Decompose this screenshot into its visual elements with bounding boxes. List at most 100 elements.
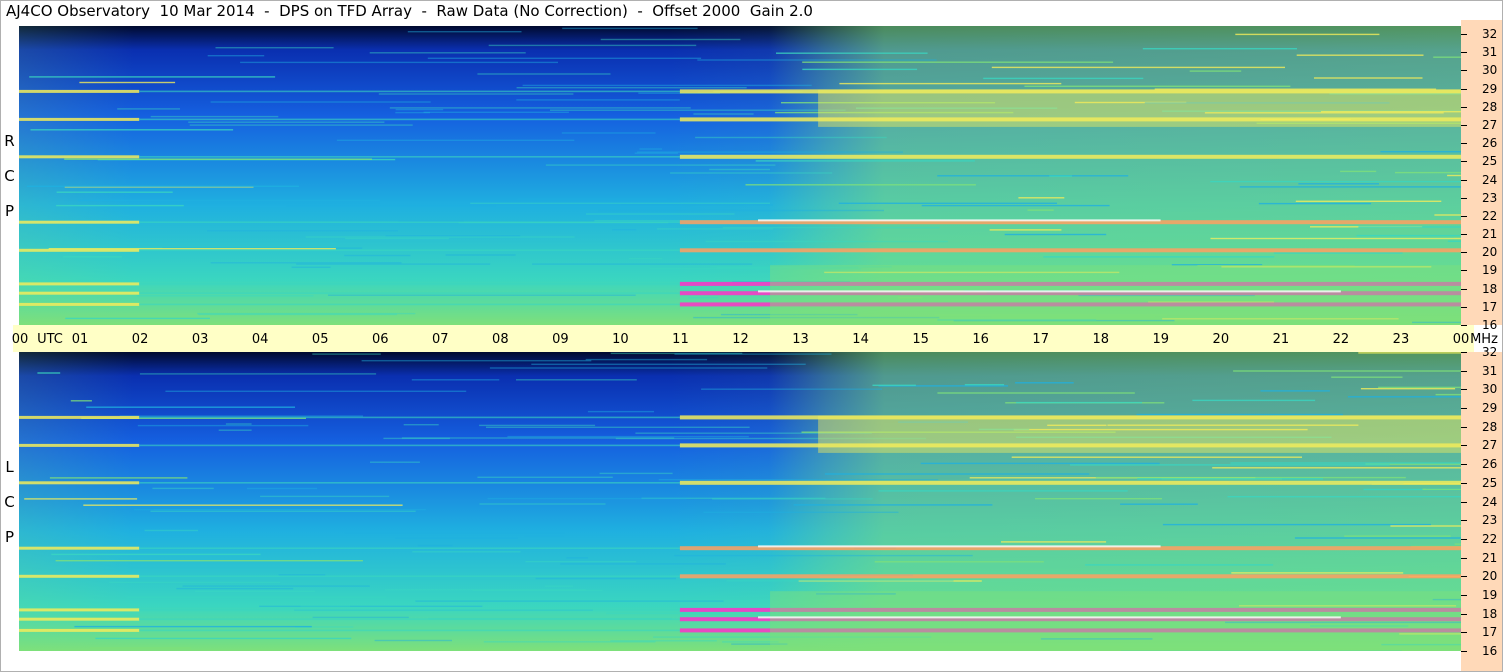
- rcp-freq-tick-label: 21: [1482, 227, 1498, 242]
- rcp-noise-streak: [745, 184, 976, 186]
- rcp-noise-streak: [600, 38, 741, 41]
- lcp-noise-streak: [878, 490, 1128, 492]
- lcp-noise-streak: [1390, 525, 1461, 527]
- lcp-noise-streak: [489, 367, 768, 369]
- lcp-noise-streak: [417, 544, 453, 547]
- rcp-freq-tick-label: 19: [1482, 263, 1498, 278]
- lcp-noise-streak: [37, 372, 61, 374]
- rcp-noise-streak: [695, 136, 887, 139]
- rcp-noise-streak: [1239, 186, 1461, 188]
- lcp-noise-streak: [119, 415, 363, 417]
- lcp-noise-streak: [824, 473, 1090, 475]
- rcp-noise-streak: [1189, 70, 1242, 72]
- lcp-noise-streak: [1435, 393, 1461, 396]
- lcp-spectrogram: [19, 352, 1461, 651]
- rcp-noise-streak: [207, 230, 398, 232]
- lcp-noise-streak: [1070, 464, 1390, 466]
- rcp-noise-streak: [776, 52, 928, 54]
- rcp-noise-streak: [488, 44, 697, 47]
- lcp-noise-streak: [137, 424, 309, 427]
- lcp-noise-streak: [1137, 478, 1323, 480]
- rcp-noise-streak: [517, 198, 668, 200]
- lcp-freq-tick-label: 28: [1482, 419, 1498, 434]
- lcp-noise-streak: [587, 410, 654, 413]
- lcp-freq-tick-label: 23: [1482, 513, 1498, 528]
- rcp-noise-streak: [395, 111, 430, 114]
- rcp-noise-streak: [1049, 175, 1072, 177]
- lcp-noise-streak: [793, 504, 993, 506]
- lcp-freq-tick-mark: [1461, 445, 1467, 447]
- rcp-noise-streak: [151, 202, 380, 204]
- rcp-freq-tick-mark: [1461, 197, 1467, 199]
- lcp-band-late: [679, 574, 1461, 579]
- rcp-freq-tick-mark: [1461, 288, 1467, 290]
- lcp-noise-streak: [872, 384, 916, 386]
- rcp-noise-streak: [522, 84, 812, 87]
- rcp-noise-streak: [56, 191, 173, 193]
- rcp-freq-tick-label: 28: [1482, 99, 1498, 114]
- lcp-noise-streak: [545, 585, 574, 587]
- rcp-noise-streak: [639, 148, 663, 150]
- lcp-noise-streak: [477, 476, 613, 478]
- lcp-band-quiet: [139, 547, 680, 549]
- lcp-freq-tick-mark: [1461, 482, 1467, 484]
- lcp-noise-streak: [964, 384, 1005, 386]
- lcp-freq-tick-label: 22: [1482, 531, 1498, 546]
- rcp-label-r: R: [4, 132, 15, 150]
- rcp-noise-streak: [545, 164, 776, 166]
- rcp-noise-streak: [1356, 234, 1461, 237]
- rcp-busy-zone-low: [770, 265, 1461, 325]
- rcp-freq-tick-mark: [1461, 34, 1467, 35]
- rcp-freq-tick-mark: [1461, 234, 1467, 236]
- lcp-noise-streak: [1162, 523, 1431, 526]
- utc-tick-label: 15: [912, 332, 929, 347]
- rcp-noise-streak: [26, 185, 299, 187]
- rcp-band-early: [19, 155, 140, 159]
- rcp-noise-streak: [629, 257, 663, 260]
- lcp-freq-tick-mark: [1461, 651, 1467, 652]
- lcp-freq-tick-mark: [1461, 389, 1467, 391]
- lcp-noise-streak: [726, 580, 954, 582]
- rcp-noise-streak: [470, 202, 771, 204]
- lcp-freq-tick-mark: [1461, 613, 1467, 615]
- lcp-noise-streak: [83, 504, 403, 506]
- lcp-busy-zone-low: [770, 591, 1461, 651]
- rcp-noise-streak: [1142, 48, 1297, 50]
- lcp-band-early: [19, 617, 140, 621]
- lcp-noise-streak: [1227, 496, 1461, 498]
- lcp-label-l: L: [5, 458, 14, 476]
- lcp-noise-streak: [1035, 498, 1162, 500]
- rcp-noise-streak: [1340, 170, 1377, 173]
- rcp-noise-streak: [63, 256, 122, 258]
- rcp-noise-streak: [561, 132, 656, 134]
- rcp-freq-tick-label: 27: [1482, 117, 1498, 132]
- lcp-noise-streak: [531, 363, 806, 365]
- rcp-noise-streak: [477, 73, 611, 75]
- rcp-freq-tick-label: 20: [1482, 245, 1498, 260]
- rcp-label-p: P: [4, 202, 15, 220]
- utc-tick-label: 03: [191, 332, 209, 347]
- lcp-band-early: [19, 546, 140, 550]
- rcp-noise-streak: [1024, 85, 1291, 87]
- rcp-freq-tick-mark: [1461, 215, 1467, 217]
- rcp-noise-streak: [117, 108, 180, 110]
- lcp-noise-streak: [472, 589, 603, 591]
- rcp-band-early: [19, 220, 140, 224]
- rcp-noise-streak: [210, 262, 402, 264]
- lcp-freq-tick-mark: [1461, 352, 1467, 353]
- rcp-noise-streak: [215, 47, 334, 49]
- rcp-noise-streak: [305, 236, 575, 238]
- rcp-noise-streak: [1004, 233, 1107, 236]
- utc-tick-label: 13: [792, 332, 809, 347]
- lcp-band-quiet: [139, 444, 680, 447]
- lcp-noise-streak: [370, 461, 420, 463]
- lcp-noise-streak: [1358, 352, 1461, 354]
- utc-tick-label: 18: [1092, 332, 1110, 347]
- rcp-white-streak: [758, 219, 1161, 222]
- lcp-noise-streak: [259, 605, 483, 607]
- lcp-noise-streak: [486, 426, 750, 428]
- rcp-noise-streak: [210, 101, 431, 103]
- lcp-noise-streak: [70, 400, 92, 402]
- rcp-noise-streak: [562, 27, 698, 30]
- rcp-freq-tick-label: 29: [1482, 81, 1498, 96]
